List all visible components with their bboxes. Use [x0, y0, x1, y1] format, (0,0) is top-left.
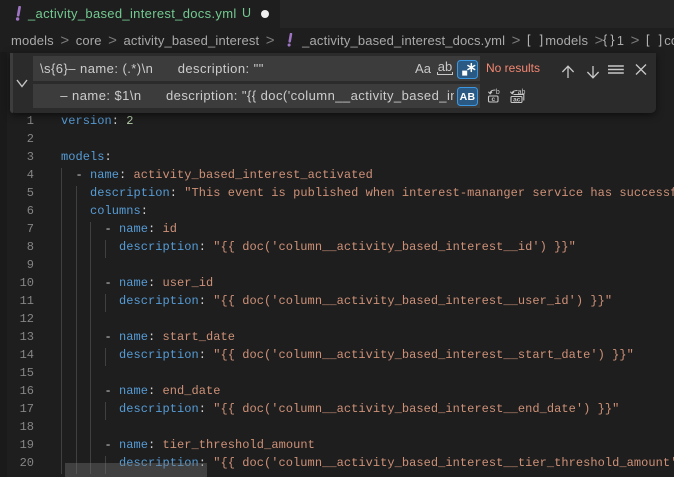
svg-text:ac: ac — [513, 96, 521, 103]
svg-text:c: c — [491, 96, 495, 103]
svg-text:ab: ab — [518, 89, 526, 96]
svg-text:b: b — [496, 89, 500, 96]
